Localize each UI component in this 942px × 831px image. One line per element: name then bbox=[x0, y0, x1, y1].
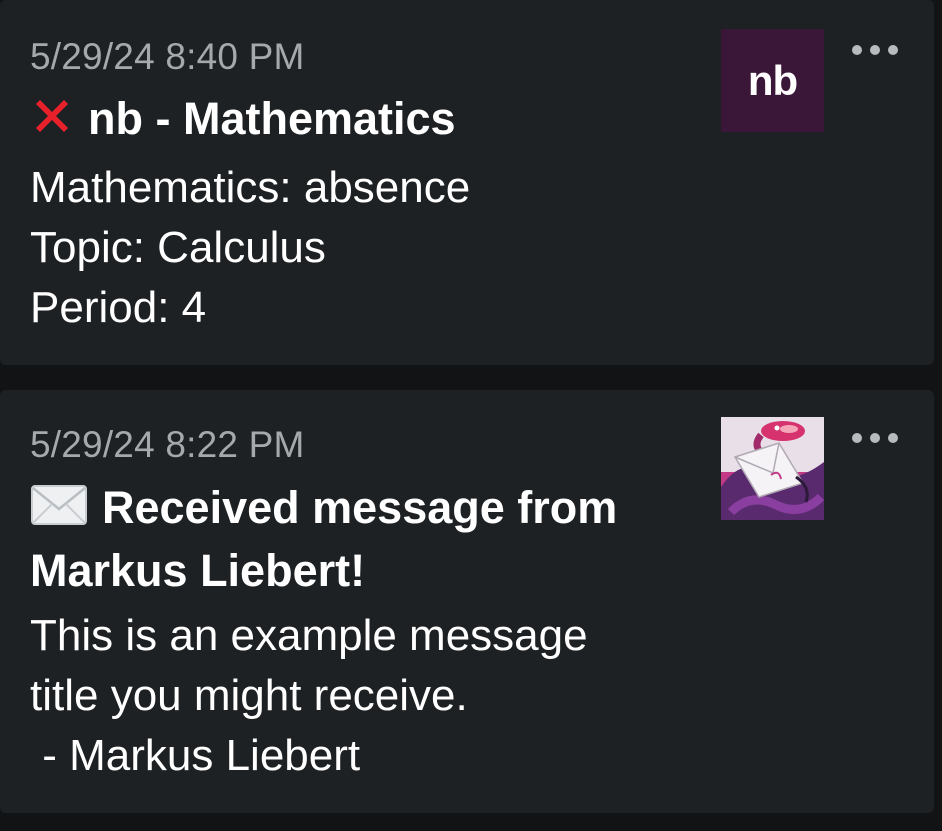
notification-title-text: Received message from bbox=[102, 482, 618, 533]
envelope-icon bbox=[31, 485, 87, 525]
notification-title: Received message from bbox=[30, 477, 617, 539]
notification-body-line: Mathematics: absence bbox=[30, 163, 471, 212]
notification-timestamp: 5/29/24 8:40 PM bbox=[30, 36, 305, 77]
notification-title-line2: Markus Liebert! bbox=[30, 545, 366, 596]
notification-body-line: This is an example message bbox=[30, 611, 588, 660]
cross-mark-icon bbox=[36, 100, 68, 132]
notification-card[interactable]: 5/29/24 8:22 PM Received message from Ma… bbox=[0, 390, 934, 813]
notification-body-line: title you might receive. bbox=[30, 671, 468, 720]
more-options-icon[interactable] bbox=[852, 41, 898, 59]
notification-title: nb - Mathematics bbox=[30, 88, 456, 150]
notification-body-line: Period: 4 bbox=[30, 283, 207, 332]
notification-body-line: Topic: Calculus bbox=[30, 223, 326, 272]
snake-envelope-avatar bbox=[721, 417, 825, 520]
notification-body-line: - Markus Liebert bbox=[30, 731, 361, 780]
notification-title-text: nb - Mathematics bbox=[88, 93, 456, 144]
notification-card[interactable]: 5/29/24 8:40 PM nb - Mathematics Mathema… bbox=[0, 0, 934, 365]
notification-timestamp: 5/29/24 8:22 PM bbox=[30, 424, 305, 465]
more-options-icon[interactable] bbox=[852, 429, 898, 447]
nb-logo: nb bbox=[721, 29, 824, 132]
